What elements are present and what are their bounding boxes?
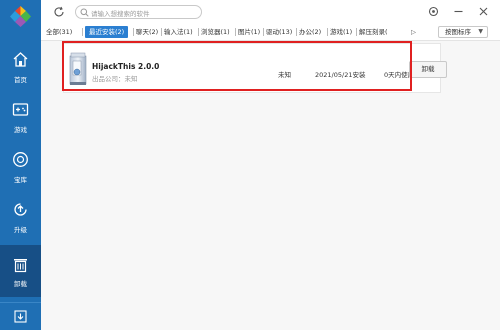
refresh-icon[interactable] [53,6,65,18]
sidebar: 首页 游戏 宝库 升级 卸载 [0,0,41,330]
sidebar-item-label: 升级 [14,226,27,234]
download-manager-button[interactable] [0,302,41,330]
sidebar-item-treasure[interactable]: 宝库 [0,145,41,191]
search-input[interactable]: 请输入想搜索的软件 [91,8,150,18]
sidebar-item-games[interactable]: 游戏 [0,95,41,141]
sort-select-label: 按图标序 [445,28,471,36]
tab-divider [198,28,199,36]
tab-archive-burning[interactable]: 解压刻录( [359,26,399,38]
app-publisher: 出品公司：未知 [92,75,138,83]
close-icon[interactable] [478,6,489,17]
treasure-icon [13,152,28,167]
tab-input-method[interactable]: 输入法(1) [164,26,193,38]
tab-divider [296,28,297,36]
hijackthis-app-icon [69,52,87,85]
software-list: HijackThis 2.0.0 出品公司：未知 未知 2021/05/21安装… [41,40,500,330]
tab-divider [235,28,236,36]
tab-recent-installs[interactable]: 最近安装(2) [85,26,129,38]
tab-drivers[interactable]: 驱动(13) [266,26,292,38]
top-bar: 请输入想搜索的软件 [41,0,500,24]
install-date: 2021/05/21安装 [315,71,366,79]
list-item[interactable]: HijackThis 2.0.0 出品公司：未知 未知 2021/05/21安装… [63,43,441,93]
home-icon [13,52,28,67]
sort-select[interactable]: 按图标序 ▼ [438,26,488,38]
tab-scroll-right-icon[interactable]: ▷ [411,26,416,38]
search-box[interactable]: 请输入想搜索的软件 [75,5,202,19]
tab-chat[interactable]: 聊天(2) [136,26,158,38]
tab-divider [327,28,328,36]
tab-all[interactable]: 全部(31) [46,26,72,38]
tab-browser[interactable]: 浏览器(1) [201,26,230,38]
settings-icon[interactable] [428,6,439,17]
sidebar-item-label: 游戏 [14,126,27,134]
category-tabs: 全部(31) 最近安装(2) 聊天(2) 输入法(1) 浏览器(1) 图片(1)… [41,25,500,39]
gamepad-icon [12,103,29,116]
tab-office[interactable]: 办公(2) [299,26,321,38]
tab-images[interactable]: 图片(1) [238,26,260,38]
search-icon [80,8,89,17]
app-logo-icon [10,6,31,27]
uninstall-button[interactable]: 卸载 [409,61,447,78]
tab-divider [263,28,264,36]
tab-divider [161,28,162,36]
sidebar-item-home[interactable]: 首页 [0,45,41,91]
sidebar-item-label: 宝库 [14,176,27,184]
sidebar-item-label: 卸载 [14,280,27,288]
minimize-icon[interactable] [453,6,464,17]
tab-divider [133,28,134,36]
tab-games[interactable]: 游戏(1) [330,26,352,38]
app-name: HijackThis 2.0.0 [92,62,160,71]
tab-divider [82,28,83,36]
sidebar-item-upgrade[interactable]: 升级 [0,195,41,241]
app-size: 未知 [278,71,291,79]
trash-icon [14,259,27,273]
chevron-down-icon: ▼ [478,28,483,35]
sidebar-item-uninstall[interactable]: 卸载 [0,245,41,297]
sidebar-item-label: 首页 [14,76,27,84]
tab-divider [356,28,357,36]
upgrade-icon [14,203,27,216]
download-icon [14,310,27,323]
